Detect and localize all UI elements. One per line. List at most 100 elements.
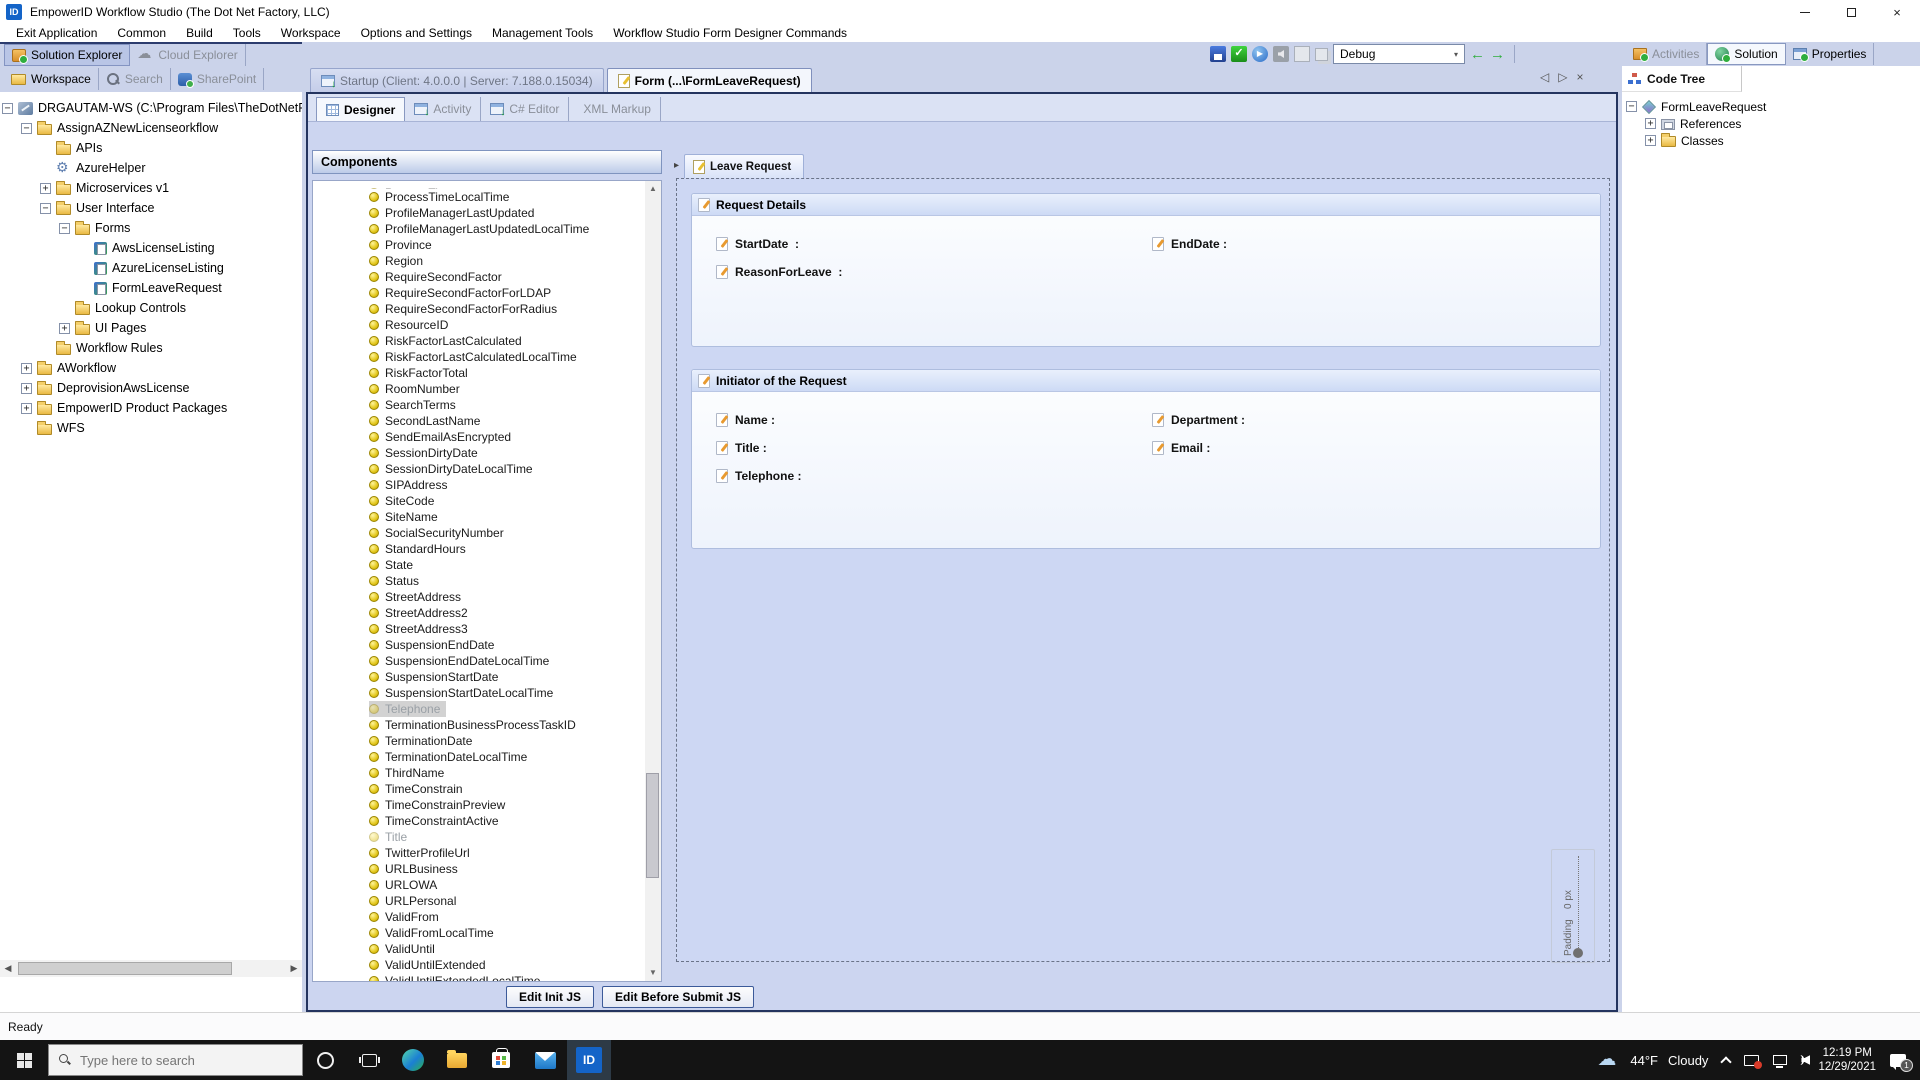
menu-item[interactable]: Build — [176, 26, 223, 40]
group-initiator[interactable]: Initiator of the Request Name : Title : … — [691, 369, 1601, 549]
scroll-down-icon[interactable]: ▼ — [645, 965, 661, 981]
tree-item[interactable]: + AWorkflow — [2, 358, 302, 378]
component-item[interactable]: URLBusiness — [369, 861, 464, 877]
tree-expand-toggle[interactable]: − — [59, 223, 70, 234]
form-field[interactable]: Telephone : — [716, 466, 801, 486]
component-item[interactable]: RequireSecondFactorForLDAP — [369, 285, 557, 301]
stop-sound-icon[interactable] — [1273, 46, 1289, 62]
designer-tab[interactable]: XML Markup — [569, 97, 661, 121]
scrollbar-thumb[interactable] — [646, 773, 659, 878]
workspace-tab[interactable]: Workspace — [4, 68, 99, 90]
tree-item[interactable]: AzureLicenseListing — [2, 258, 302, 278]
weather-cloud-icon[interactable]: ☁ — [1597, 1050, 1616, 1070]
component-item[interactable]: ValidUntilExtended — [369, 957, 492, 973]
designer-tab[interactable]: Activity — [405, 97, 481, 121]
tree-item[interactable]: Workflow Rules — [2, 338, 302, 358]
component-item[interactable]: TimeConstrainPreview — [369, 797, 511, 813]
navigate-back-icon[interactable]: ← — [1470, 46, 1485, 63]
form-field[interactable]: ReasonForLeave : — [716, 262, 842, 282]
component-item[interactable]: SiteCode — [369, 493, 440, 509]
search-input[interactable] — [80, 1053, 270, 1068]
toolbar-tab[interactable]: Cloud Explorer — [130, 44, 245, 66]
form-design-canvas[interactable]: Request Details StartDate : ReasonForLea… — [676, 178, 1610, 962]
component-item[interactable]: ThirdName — [369, 765, 450, 781]
component-item[interactable]: Title — [369, 829, 413, 845]
form-field[interactable]: Title : — [716, 438, 801, 458]
component-item[interactable]: SuspensionEndDateLocalTime — [369, 653, 555, 669]
tree-item[interactable]: AzureHelper — [2, 158, 302, 178]
component-item[interactable]: TerminationDateLocalTime — [369, 749, 533, 765]
tray-overflow-icon[interactable] — [1721, 1056, 1732, 1067]
scroll-up-icon[interactable]: ▲ — [645, 181, 661, 197]
horizontal-scrollbar[interactable]: ◀ ▶ — [0, 960, 302, 977]
designer-tab[interactable]: C# Editor — [481, 97, 569, 121]
dock-tab[interactable]: Solution — [1707, 43, 1785, 65]
scroll-right-icon[interactable]: ▶ — [286, 963, 302, 974]
component-item[interactable]: TimeConstrain — [369, 781, 469, 797]
padding-slider-track[interactable] — [1578, 856, 1584, 956]
vertical-scrollbar[interactable]: ▲ ▼ — [645, 181, 661, 981]
form-field[interactable]: EndDate : — [1152, 234, 1227, 254]
component-item[interactable]: SuspensionStartDate — [369, 669, 504, 685]
tree-expand-toggle[interactable]: − — [40, 203, 51, 214]
tree-item[interactable]: − DRGAUTAM-WS (C:\Program Files\TheDotNe… — [2, 98, 302, 118]
component-item[interactable]: SessionDirtyDateLocalTime — [369, 461, 539, 477]
form-field[interactable]: Email : — [1152, 438, 1245, 458]
component-item[interactable]: RequireSecondFactorForRadius — [369, 301, 563, 317]
edit-js-button[interactable]: Edit Init JS — [506, 986, 594, 1008]
tree-item[interactable]: + Classes — [1626, 132, 1920, 149]
weather-text[interactable]: 44°F Cloudy — [1630, 1053, 1708, 1068]
component-item[interactable]: ProcessTimeLocalTime — [369, 189, 515, 205]
file-explorer-button[interactable] — [435, 1040, 479, 1080]
store-button[interactable] — [479, 1040, 523, 1080]
tree-expand-toggle[interactable]: − — [2, 103, 13, 114]
component-item[interactable]: URLOWA — [369, 877, 443, 893]
component-item[interactable]: SuspensionEndDate — [369, 637, 500, 653]
cortana-button[interactable] — [303, 1040, 347, 1080]
component-item[interactable]: StreetAddress3 — [369, 621, 474, 637]
form-field[interactable]: Name : — [716, 410, 801, 430]
component-item[interactable]: State — [369, 557, 419, 573]
menu-item[interactable]: Workspace — [271, 26, 351, 40]
menu-item[interactable]: Common — [107, 26, 176, 40]
cast-recording-icon[interactable] — [1744, 1055, 1759, 1066]
start-button[interactable] — [0, 1040, 48, 1080]
tree-item[interactable]: APIs — [2, 138, 302, 158]
component-item[interactable]: RiskFactorLastCalculated — [369, 333, 528, 349]
form-field[interactable]: Department : — [1152, 410, 1245, 430]
new-page-icon[interactable] — [1294, 46, 1310, 62]
scroll-left-icon[interactable]: ◀ — [0, 963, 16, 974]
component-item[interactable]: ResourceID — [369, 317, 454, 333]
tree-item[interactable]: FormLeaveRequest — [2, 278, 302, 298]
tree-item[interactable]: − Forms — [2, 218, 302, 238]
dock-tab[interactable]: Properties — [1786, 43, 1875, 65]
component-item[interactable]: URLPersonal — [369, 893, 462, 909]
run-icon[interactable]: ▶ — [1252, 46, 1268, 62]
component-item[interactable]: ProfileManagerLastUpdated — [369, 205, 540, 221]
component-item[interactable]: ValidUntilExtendedLocalTime — [369, 973, 546, 982]
dock-tab[interactable]: Activities — [1626, 43, 1707, 65]
component-item[interactable]: RoomNumber — [369, 381, 466, 397]
tree-item[interactable]: − User Interface — [2, 198, 302, 218]
component-item[interactable]: SessionDirtyDate — [369, 445, 484, 461]
component-item[interactable]: SecondLastName — [369, 413, 486, 429]
document-tab[interactable]: Form (...\FormLeaveRequest) — [607, 68, 812, 92]
scroll-tabs-left-icon[interactable]: ◁ — [1540, 70, 1549, 84]
component-item[interactable]: TerminationDate — [369, 733, 478, 749]
component-item[interactable]: Telephone — [369, 701, 446, 717]
component-item[interactable]: TimeConstraintActive — [369, 813, 505, 829]
component-item[interactable]: SocialSecurityNumber — [369, 525, 510, 541]
component-item[interactable]: SuspensionStartDateLocalTime — [369, 685, 559, 701]
tree-expand-toggle[interactable]: + — [59, 323, 70, 334]
toolbar-tab[interactable]: Solution Explorer — [4, 44, 130, 66]
edit-js-button[interactable]: Edit Before Submit JS — [602, 986, 754, 1008]
component-item[interactable]: SiteName — [369, 509, 444, 525]
scrollbar-thumb[interactable] — [18, 962, 232, 975]
tree-expand-toggle[interactable]: + — [21, 383, 32, 394]
tree-expand-toggle[interactable]: + — [21, 363, 32, 374]
scroll-tabs-right-icon[interactable]: ▷ — [1558, 70, 1567, 84]
component-item[interactable]: TwitterProfileUrl — [369, 845, 476, 861]
component-item[interactable]: Province — [369, 237, 438, 253]
notification-center-icon[interactable]: 1 — [1890, 1054, 1906, 1067]
tree-item[interactable]: + DeprovisionAwsLicense — [2, 378, 302, 398]
